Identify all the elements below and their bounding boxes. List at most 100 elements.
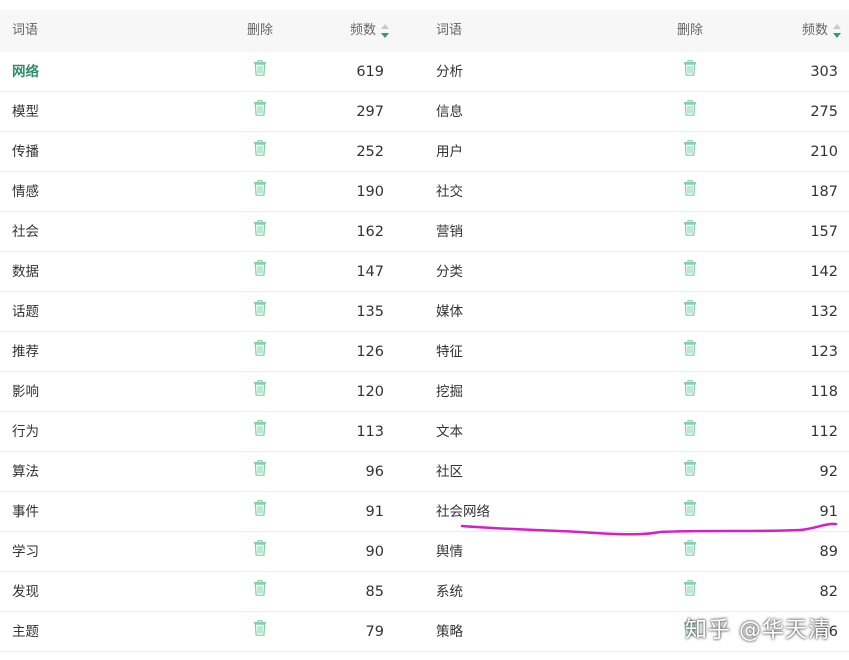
freq-cell: 89	[819, 544, 838, 560]
table-row: 情感 190	[0, 172, 424, 212]
word-frequency-tables: 词语 删除 频数 网络 619 模型 297 传播 252 情感 190 社会 162 数据 147 话…	[0, 10, 849, 652]
delete-button[interactable]	[670, 412, 710, 452]
delete-button[interactable]	[240, 212, 280, 252]
freq-cell: 118	[810, 384, 838, 400]
sort-icon[interactable]	[833, 23, 841, 38]
word-cell: 主题	[12, 624, 39, 640]
word-cell: 社会网络	[436, 504, 490, 520]
word-cell: 情感	[12, 184, 39, 200]
watermark: 知乎 @华天清	[685, 618, 831, 643]
trash-icon	[683, 291, 697, 331]
freq-header-label: 频数	[801, 23, 828, 38]
table-row: 分析 303	[424, 52, 849, 92]
delete-button[interactable]	[670, 52, 710, 92]
word-cell: 文本	[436, 424, 463, 440]
left-table-body: 网络 619 模型 297 传播 252 情感 190 社会 162 数据 147 话题 135 推荐 126…	[0, 52, 424, 652]
word-cell: 分类	[436, 264, 463, 280]
table-row: 社交 187	[424, 172, 849, 212]
trash-icon	[683, 411, 697, 451]
freq-column-header[interactable]: 频数	[802, 10, 841, 52]
delete-button[interactable]	[670, 292, 710, 332]
trash-icon	[253, 611, 267, 651]
word-cell: 学习	[12, 544, 39, 560]
table-row: 营销 157	[424, 212, 849, 252]
delete-button[interactable]	[240, 532, 280, 572]
sort-icon[interactable]	[381, 23, 389, 38]
table-row: 传播 252	[0, 132, 424, 172]
trash-icon	[683, 51, 697, 91]
delete-button[interactable]	[670, 332, 710, 372]
table-row: 网络 619	[0, 52, 424, 92]
word-cell: 行为	[12, 424, 39, 440]
table-row: 系统 82	[424, 572, 849, 612]
trash-icon	[683, 131, 697, 171]
delete-button[interactable]	[670, 172, 710, 212]
freq-cell: 96	[365, 464, 384, 480]
delete-button[interactable]	[670, 532, 710, 572]
table-row: 社会网络 91	[424, 492, 849, 532]
delete-button[interactable]	[670, 492, 710, 532]
delete-button[interactable]	[670, 132, 710, 172]
delete-column-header: 删除	[676, 23, 703, 38]
trash-icon	[253, 451, 267, 491]
trash-icon	[253, 251, 267, 291]
freq-cell: 135	[356, 304, 384, 320]
freq-cell: 187	[810, 184, 838, 200]
word-cell: 分析	[436, 64, 463, 80]
word-cell: 挖掘	[436, 384, 463, 400]
freq-cell: 132	[810, 304, 838, 320]
freq-cell: 147	[356, 264, 384, 280]
delete-button[interactable]	[240, 292, 280, 332]
table-row: 数据 147	[0, 252, 424, 292]
table-row: 用户 210	[424, 132, 849, 172]
trash-icon	[253, 91, 267, 131]
delete-button[interactable]	[240, 492, 280, 532]
trash-icon	[253, 171, 267, 211]
table-row: 行为 113	[0, 412, 424, 452]
delete-button[interactable]	[240, 172, 280, 212]
trash-icon	[253, 531, 267, 571]
trash-icon	[683, 171, 697, 211]
delete-button[interactable]	[670, 452, 710, 492]
delete-button[interactable]	[670, 572, 710, 612]
delete-button[interactable]	[670, 92, 710, 132]
trash-icon	[253, 291, 267, 331]
table-row: 社会 162	[0, 212, 424, 252]
word-cell: 数据	[12, 264, 39, 280]
delete-button[interactable]	[240, 612, 280, 652]
trash-icon	[683, 491, 697, 531]
freq-cell: 142	[810, 264, 838, 280]
word-cell: 传播	[12, 144, 39, 160]
freq-cell: 113	[356, 424, 384, 440]
trash-icon	[683, 571, 697, 611]
delete-button[interactable]	[240, 132, 280, 172]
freq-cell: 123	[810, 344, 838, 360]
delete-button[interactable]	[240, 372, 280, 412]
freq-column-header[interactable]: 频数	[350, 10, 389, 52]
trash-icon	[253, 571, 267, 611]
trash-icon	[683, 451, 697, 491]
word-cell: 社交	[436, 184, 463, 200]
trash-icon	[253, 331, 267, 371]
delete-button[interactable]	[240, 412, 280, 452]
freq-cell: 190	[356, 184, 384, 200]
table-row: 社区 92	[424, 452, 849, 492]
delete-button[interactable]	[240, 572, 280, 612]
word-cell: 社会	[12, 224, 39, 240]
delete-button[interactable]	[240, 452, 280, 492]
delete-button[interactable]	[240, 92, 280, 132]
delete-button[interactable]	[240, 252, 280, 292]
delete-button[interactable]	[240, 52, 280, 92]
freq-cell: 210	[810, 144, 838, 160]
word-cell: 事件	[12, 504, 39, 520]
left-table-header: 词语 删除 频数	[0, 10, 424, 52]
word-cell: 媒体	[436, 304, 463, 320]
delete-button[interactable]	[240, 332, 280, 372]
table-row: 事件 91	[0, 492, 424, 532]
delete-button[interactable]	[670, 252, 710, 292]
table-row: 影响 120	[0, 372, 424, 412]
word-cell: 发现	[12, 584, 39, 600]
table-row: 分类 142	[424, 252, 849, 292]
delete-button[interactable]	[670, 212, 710, 252]
delete-button[interactable]	[670, 372, 710, 412]
